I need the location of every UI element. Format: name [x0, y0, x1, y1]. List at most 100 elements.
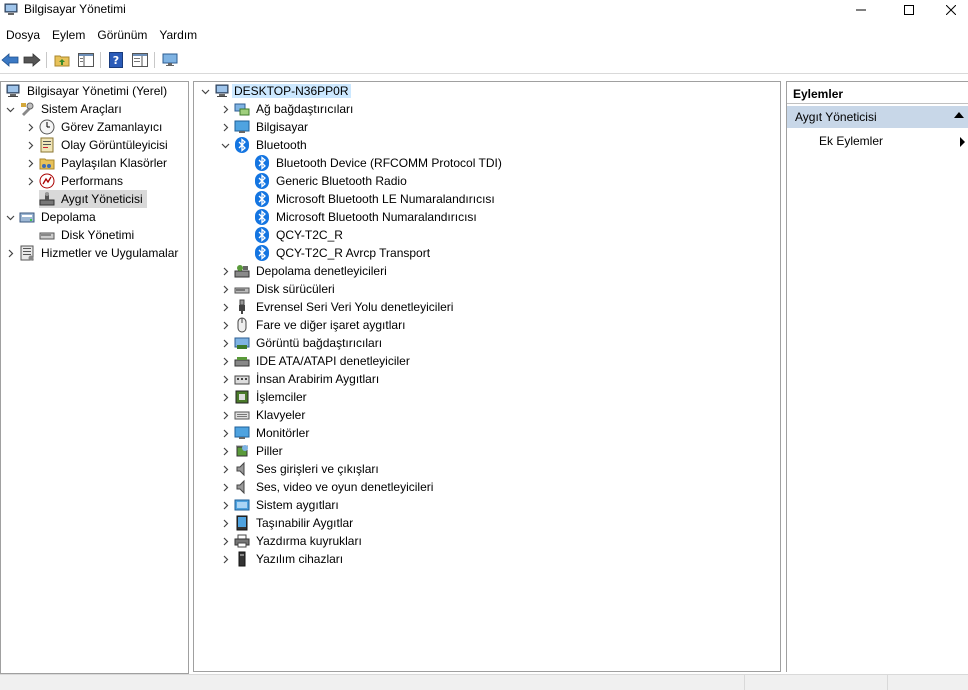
tree-item-label: Sistem Araçları: [41, 102, 122, 116]
device-tree-root-label: DESKTOP-N36PP0R: [232, 84, 351, 98]
speaker-icon: [234, 461, 250, 477]
tree-root[interactable]: Bilgisayar Yönetimi (Yerel): [5, 82, 169, 100]
chevron-right-icon[interactable]: [220, 536, 230, 546]
bluetooth-device-item[interactable]: Microsoft Bluetooth LE Numaralandırıcısı: [254, 190, 497, 208]
maximize-button[interactable]: [886, 0, 932, 20]
tree-item-depolama[interactable]: Depolama: [5, 208, 98, 226]
category-usb[interactable]: Evrensel Seri Veri Yolu denetleyicileri: [220, 298, 455, 316]
category-ses-video[interactable]: Ses, video ve oyun denetleyicileri: [220, 478, 435, 496]
category-yazdirma[interactable]: Yazdırma kuyrukları: [220, 532, 364, 550]
bluetooth-icon: [254, 209, 270, 225]
bluetooth-icon: [234, 137, 250, 153]
chevron-right-icon[interactable]: [220, 320, 230, 330]
properties-icon[interactable]: [130, 50, 150, 70]
show-hide-tree-icon[interactable]: [76, 50, 96, 70]
chevron-right-icon[interactable]: [220, 104, 230, 114]
tree-item-aygit-yoneticisi[interactable]: Aygıt Yöneticisi: [39, 190, 147, 208]
chevron-right-icon[interactable]: [25, 158, 35, 168]
category-monitorler[interactable]: Monitörler: [220, 424, 311, 442]
storage-controller-icon: [234, 263, 250, 279]
submenu-arrow-icon[interactable]: [960, 137, 965, 147]
category-ses-girisleri[interactable]: Ses girişleri ve çıkışları: [220, 460, 381, 478]
chevron-right-icon[interactable]: [220, 302, 230, 312]
chevron-down-icon[interactable]: [200, 86, 210, 96]
category-tasinabilir[interactable]: Taşınabilir Aygıtlar: [220, 514, 355, 532]
tree-item-performans[interactable]: Performans: [25, 172, 125, 190]
chevron-right-icon[interactable]: [5, 248, 15, 258]
category-sistem-aygitlari[interactable]: Sistem aygıtları: [220, 496, 341, 514]
category-yazilim-cihazlari[interactable]: Yazılım cihazları: [220, 550, 345, 568]
category-klavyeler[interactable]: Klavyeler: [220, 406, 307, 424]
tree-item-label: Olay Görüntüleyicisi: [61, 138, 168, 152]
chevron-right-icon[interactable]: [220, 428, 230, 438]
bluetooth-device-item[interactable]: QCY-T2C_R: [254, 226, 345, 244]
tree-item-paylasilan-klasorler[interactable]: Paylaşılan Klasörler: [25, 154, 169, 172]
chevron-right-icon[interactable]: [220, 410, 230, 420]
bluetooth-device-item[interactable]: QCY-T2C_R Avrcp Transport: [254, 244, 432, 262]
bluetooth-device-item[interactable]: Bluetooth Device (RFCOMM Protocol TDI): [254, 154, 504, 172]
chevron-right-icon[interactable]: [220, 446, 230, 456]
system-device-icon: [234, 497, 250, 513]
chevron-right-icon[interactable]: [220, 122, 230, 132]
category-goruntu[interactable]: Görüntü bağdaştırıcıları: [220, 334, 384, 352]
monitor-icon[interactable]: [160, 50, 180, 70]
tree-item-hizmetler[interactable]: Hizmetler ve Uygulamalar: [5, 244, 180, 262]
help-icon[interactable]: ?: [106, 50, 126, 70]
category-fare[interactable]: Fare ve diğer işaret aygıtları: [220, 316, 407, 334]
printer-icon: [234, 533, 250, 549]
chevron-right-icon[interactable]: [220, 356, 230, 366]
collapse-up-icon[interactable]: [954, 112, 964, 118]
category-bluetooth[interactable]: Bluetooth: [220, 136, 309, 154]
chevron-right-icon[interactable]: [220, 338, 230, 348]
svg-text:?: ?: [113, 54, 119, 67]
actions-section-aygit-yoneticisi[interactable]: Aygıt Yöneticisi: [787, 106, 968, 128]
menu-dosya[interactable]: Dosya: [0, 24, 46, 44]
tree-item-olay-goruntuleyicisi[interactable]: Olay Görüntüleyicisi: [25, 136, 170, 154]
category-disk-suruculeri[interactable]: Disk sürücüleri: [220, 280, 337, 298]
chevron-right-icon[interactable]: [220, 482, 230, 492]
network-adapter-icon: [234, 101, 250, 117]
computer-management-icon: [5, 83, 21, 99]
forward-icon[interactable]: [22, 50, 42, 70]
category-hid[interactable]: İnsan Arabirim Aygıtları: [220, 370, 381, 388]
tree-item-disk-yonetimi[interactable]: Disk Yönetimi: [39, 226, 136, 244]
menu-gorunum[interactable]: Görünüm: [91, 24, 153, 44]
chevron-down-icon[interactable]: [5, 104, 15, 114]
bluetooth-device-item[interactable]: Generic Bluetooth Radio: [254, 172, 409, 190]
close-button[interactable]: [934, 0, 968, 20]
device-tree-root[interactable]: DESKTOP-N36PP0R: [200, 82, 351, 100]
category-ag-bagdastiricilari[interactable]: Ağ bağdaştırıcıları: [220, 100, 355, 118]
chevron-down-icon[interactable]: [5, 212, 15, 222]
tree-item-label: Görev Zamanlayıcı: [61, 120, 163, 134]
ek-eylemler-item[interactable]: Ek Eylemler: [819, 134, 883, 148]
chevron-right-icon[interactable]: [25, 122, 35, 132]
tree-item-gorev-zamanlayici[interactable]: Görev Zamanlayıcı: [25, 118, 164, 136]
category-bilgisayar[interactable]: Bilgisayar: [220, 118, 310, 136]
chevron-right-icon[interactable]: [220, 266, 230, 276]
minimize-button[interactable]: [838, 0, 884, 20]
toolbar: ?: [0, 46, 968, 74]
chevron-right-icon[interactable]: [220, 392, 230, 402]
chevron-down-icon[interactable]: [220, 140, 230, 150]
menu-eylem[interactable]: Eylem: [46, 24, 91, 44]
chevron-right-icon[interactable]: [25, 140, 35, 150]
computer-icon: [214, 83, 230, 99]
chevron-right-icon[interactable]: [220, 518, 230, 528]
services-icon: [19, 245, 35, 261]
category-islemciler[interactable]: İşlemciler: [220, 388, 309, 406]
chevron-right-icon[interactable]: [220, 284, 230, 294]
category-label: Sistem aygıtları: [256, 498, 339, 512]
menu-yardim[interactable]: Yardım: [153, 24, 203, 44]
chevron-right-icon[interactable]: [220, 500, 230, 510]
chevron-right-icon[interactable]: [220, 374, 230, 384]
category-piller[interactable]: Piller: [220, 442, 285, 460]
chevron-right-icon[interactable]: [220, 464, 230, 474]
category-depolama-denetleyicileri[interactable]: Depolama denetleyicileri: [220, 262, 389, 280]
up-folder-icon[interactable]: [52, 50, 72, 70]
back-icon[interactable]: [0, 50, 20, 70]
bluetooth-device-item[interactable]: Microsoft Bluetooth Numaralandırıcısı: [254, 208, 479, 226]
tree-item-sistem-araclari[interactable]: Sistem Araçları: [5, 100, 124, 118]
chevron-right-icon[interactable]: [25, 176, 35, 186]
chevron-right-icon[interactable]: [220, 554, 230, 564]
category-ide[interactable]: IDE ATA/ATAPI denetleyiciler: [220, 352, 412, 370]
